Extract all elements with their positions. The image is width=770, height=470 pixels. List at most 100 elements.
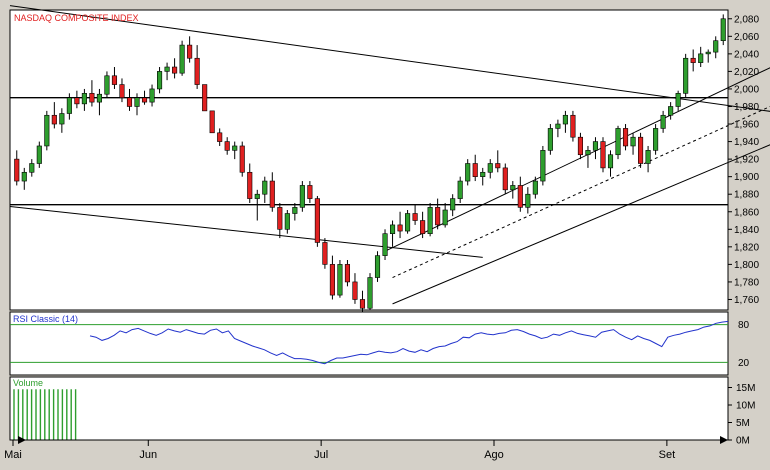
candle-body	[111, 75, 118, 85]
candle-body	[502, 167, 508, 191]
candle-body	[525, 193, 531, 208]
candle-body	[149, 88, 155, 103]
candle-body	[622, 128, 629, 147]
candle-body	[442, 209, 448, 226]
candle-body	[397, 224, 403, 232]
price-tick-label: 2,060	[734, 32, 759, 43]
candle-body	[495, 163, 501, 169]
candle-body	[314, 198, 320, 243]
candle-body	[134, 97, 140, 107]
candle-body	[299, 185, 305, 208]
candle-body	[374, 255, 381, 278]
candle-body	[81, 93, 87, 105]
candle-body	[329, 264, 335, 296]
candle-body	[224, 141, 230, 151]
candle-body	[645, 150, 651, 164]
candle-body	[389, 224, 396, 234]
candle-body	[172, 66, 178, 74]
candle-body	[690, 57, 696, 63]
candle-body	[66, 97, 72, 114]
candle-body	[600, 141, 606, 169]
candle-body	[239, 145, 245, 173]
candle-body	[630, 136, 636, 147]
candle-body	[284, 213, 290, 230]
candle-body	[382, 233, 388, 256]
candle-body	[59, 113, 65, 125]
candle-body	[187, 44, 193, 59]
candle-body	[164, 66, 170, 72]
candle-body	[472, 163, 478, 177]
price-tick-label: 1,800	[734, 260, 759, 271]
candle-body	[104, 75, 110, 95]
x-tick-label: Jun	[139, 449, 157, 461]
candle-body	[540, 150, 546, 182]
candle-body	[337, 264, 343, 296]
candle-body	[510, 185, 516, 191]
candle-body	[232, 145, 238, 151]
candle-body	[532, 180, 538, 195]
candle-body	[435, 207, 441, 226]
price-tick-label: 1,980	[734, 102, 759, 113]
candle-body	[21, 171, 27, 182]
candle-body	[570, 114, 576, 138]
candle-body	[119, 84, 125, 99]
price-tick-label: 1,920	[734, 155, 759, 166]
volume-tick-label: 5M	[736, 418, 750, 429]
price-tick-label: 1,860	[734, 207, 759, 218]
candle-body	[262, 180, 268, 195]
price-tick-label: 1,940	[734, 137, 759, 148]
candle-body	[615, 128, 621, 156]
candle-body	[247, 171, 253, 199]
chart-svg: NASDAQ COMPOSITE INDEX 2,080 2,060 2,040 2,…	[0, 0, 770, 465]
candle-body	[44, 114, 50, 147]
price-tick-label: 2,000	[734, 84, 759, 95]
candle-body	[517, 185, 523, 208]
candle-body	[36, 145, 42, 164]
candle-body	[720, 18, 726, 42]
candle-body	[562, 114, 568, 125]
candle-body	[683, 57, 689, 94]
price-tick-label: 1,880	[734, 190, 759, 201]
rsi-tick-label: 20	[738, 358, 750, 369]
candle-body	[277, 207, 283, 230]
candle-body	[668, 106, 674, 116]
nasdaq-chart: NASDAQ COMPOSITE INDEX 2,080 2,060 2,040 2,…	[0, 0, 770, 465]
price-tick-label: 1,840	[734, 225, 759, 236]
candle-body	[412, 213, 418, 221]
candle-body	[209, 110, 215, 134]
price-tick-label: 1,760	[734, 295, 759, 306]
candle-body	[450, 198, 456, 211]
candle-body	[217, 132, 223, 142]
price-tick-label: 2,080	[734, 14, 759, 25]
candle-body	[427, 207, 433, 234]
candle-body	[202, 84, 208, 112]
candle-body	[141, 97, 148, 103]
candle-body	[194, 57, 200, 85]
candle-body	[352, 281, 358, 300]
candle-body	[126, 97, 133, 107]
candle-body	[359, 299, 366, 309]
candle-body	[675, 93, 681, 107]
candle-body	[577, 136, 583, 156]
price-tick-label: 1,960	[734, 120, 759, 131]
candle-body	[660, 114, 666, 129]
candle-body	[465, 163, 471, 182]
candle-body	[89, 93, 95, 103]
candle-body	[457, 180, 463, 199]
candle-body	[480, 171, 486, 177]
candle-body	[269, 180, 275, 208]
price-tick-label: 2,040	[734, 49, 759, 60]
candle-body	[367, 277, 373, 309]
candle-body	[555, 123, 561, 129]
price-panel	[9, 9, 729, 311]
x-tick-label: Ago	[484, 449, 504, 461]
volume-series	[13, 389, 77, 440]
candle-body	[29, 163, 35, 173]
volume-label: Volume	[13, 378, 43, 388]
rsi-panel	[9, 311, 729, 376]
rsi-label: RSI Classic (14)	[13, 314, 78, 324]
rsi-tick-label: 80	[738, 320, 750, 331]
candle-body	[157, 71, 163, 90]
volume-tick-label: 0M	[736, 436, 750, 447]
price-tick-label: 1,820	[734, 242, 759, 253]
